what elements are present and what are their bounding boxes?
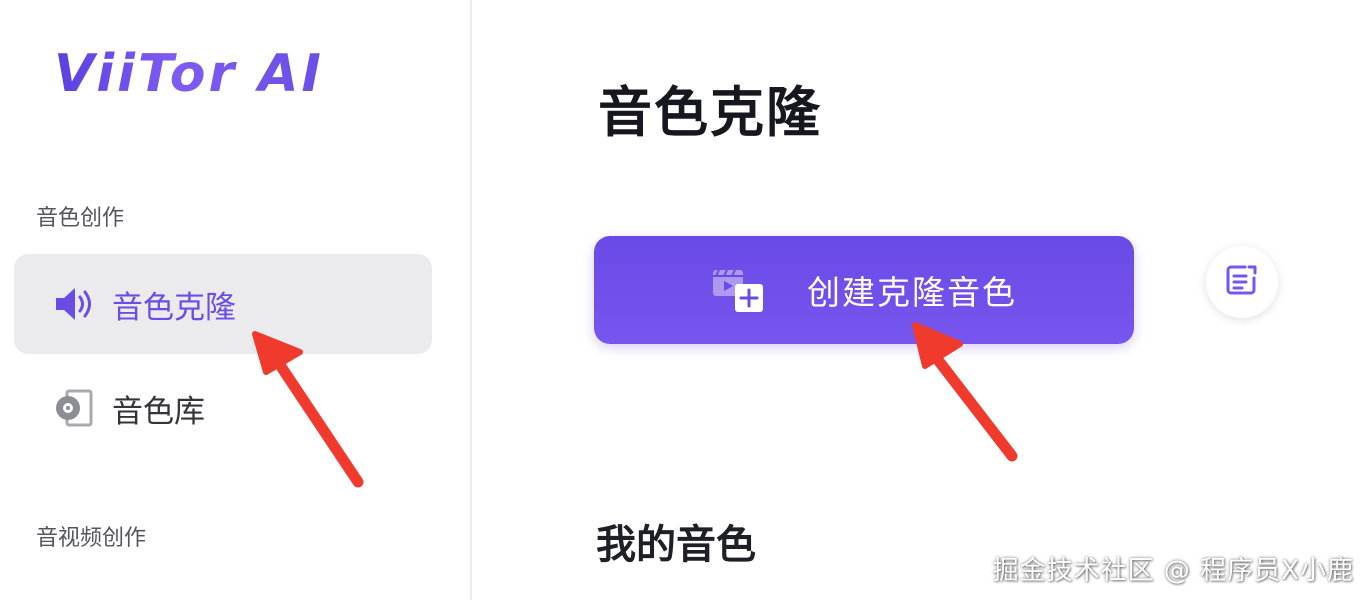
app-window: ViiTor AI 音色创作 音色克隆 音色库 音视频创作 音色克隆 创建克隆音… (0, 0, 1372, 600)
video-add-icon (711, 266, 767, 314)
speaker-icon (52, 282, 96, 326)
page-title: 音色克隆 (598, 81, 822, 144)
sidebar-item-label: 音色克隆 (112, 289, 236, 326)
my-voices-heading: 我的音色 (596, 522, 756, 568)
sidebar: ViiTor AI 音色创作 音色克隆 音色库 音视频创作 (0, 0, 472, 600)
main-content: 音色克隆 创建克隆音色 我的音色 (474, 0, 1372, 600)
watermark: 掘金技术社区 @ 程序员X小鹿 (992, 556, 1354, 586)
create-clone-voice-label: 创建克隆音色 (807, 273, 1017, 312)
disc-icon (52, 386, 96, 430)
sidebar-item-voice-library[interactable]: 音色库 (14, 358, 432, 458)
edit-icon (1225, 263, 1259, 301)
logo-text: ViiTor AI (54, 44, 324, 104)
section-label-voice-creation: 音色创作 (36, 206, 125, 231)
logo[interactable]: ViiTor AI (54, 42, 324, 106)
section-label-av-creation: 音视频创作 (36, 526, 147, 551)
sidebar-item-label: 音色库 (112, 393, 205, 430)
sidebar-item-voice-clone[interactable]: 音色克隆 (14, 254, 432, 354)
create-clone-voice-button[interactable]: 创建克隆音色 (594, 236, 1134, 344)
edit-button[interactable] (1206, 246, 1278, 318)
